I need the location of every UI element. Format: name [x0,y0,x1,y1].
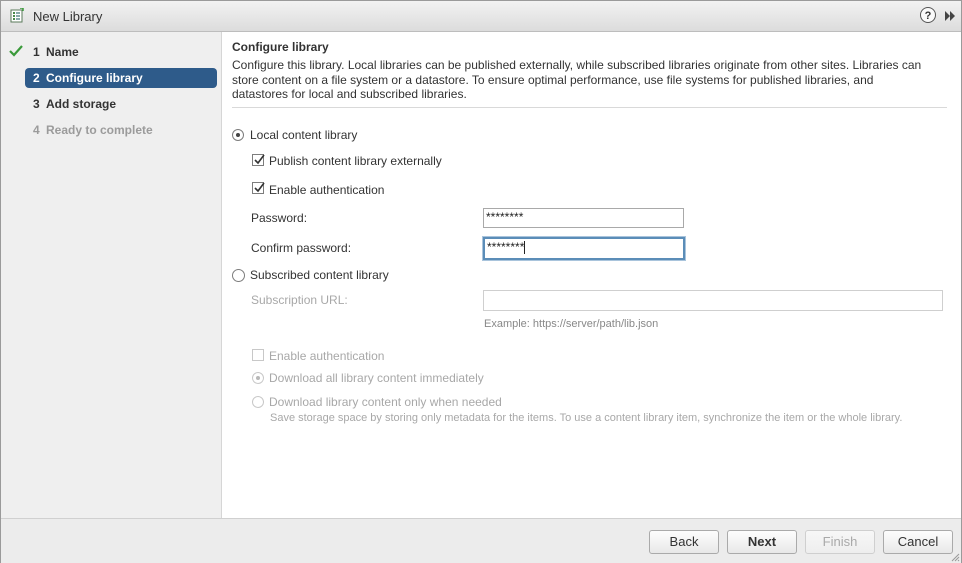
help-button[interactable]: ? [920,7,936,23]
subscribed-library-label: Subscribed content library [250,268,389,282]
configure-library-panel: Configure library Configure this library… [222,32,961,518]
dialog-title: New Library [33,9,103,24]
wizard-steps-sidebar: 1 Name 2 Configure library 3 Add storage… [1,32,222,518]
subscribed-library-radio[interactable] [232,269,245,282]
local-library-label: Local content library [250,128,358,142]
back-button[interactable]: Back [649,530,719,554]
step-ready-to-complete: 4 Ready to complete [25,120,217,140]
subscription-url-example: Example: https://server/path/lib.json [484,318,659,330]
step-configure-library[interactable]: 2 Configure library [25,68,217,88]
password-field[interactable]: ******** [483,208,684,228]
subscription-url-field[interactable] [483,290,943,311]
step-add-storage[interactable]: 3 Add storage [25,94,217,114]
expand-icon[interactable] [943,9,957,23]
password-label: Password: [251,211,308,225]
subscribed-auth-checkbox[interactable] [252,349,264,361]
checkmark-icon [254,154,265,165]
cancel-button[interactable]: Cancel [883,530,953,554]
enable-authentication-label: Enable authentication [269,183,385,197]
dialog-footer: Back Next Finish Cancel [1,518,961,563]
download-when-needed-radio[interactable] [252,396,264,408]
new-library-dialog: New Library ? 1 Name 2 Configure library… [0,0,962,563]
section-title: Configure library [232,40,329,54]
finish-button: Finish [805,530,875,554]
confirm-password-value: ******** [487,240,525,254]
publish-externally-label: Publish content library externally [269,154,442,168]
download-when-needed-hint: Save storage space by storing only metad… [270,412,903,424]
divider [232,107,947,108]
subscription-url-label: Subscription URL: [251,293,348,307]
download-all-radio[interactable] [252,372,264,384]
step-label: Ready to complete [46,123,153,137]
title-bar: New Library ? [1,1,961,32]
step-number: 3 [33,97,40,111]
subscribed-auth-label: Enable authentication [269,349,385,363]
step-number: 1 [33,45,40,59]
enable-authentication-checkbox[interactable] [252,182,265,194]
library-icon [10,8,24,23]
step-name[interactable]: 1 Name [25,42,217,62]
step-label: Configure library [46,71,143,85]
step-number: 4 [33,123,40,137]
download-when-needed-label: Download library content only when neede… [269,395,502,409]
publish-externally-checkbox[interactable] [252,154,265,166]
text-caret [524,241,526,255]
resize-grip-icon[interactable] [950,552,960,562]
step-number: 2 [33,71,40,85]
section-description: Configure this library. Local libraries … [232,58,922,101]
checkmark-icon [254,182,265,193]
step-label: Add storage [46,97,117,111]
step-label: Name [46,45,79,59]
next-button[interactable]: Next [727,530,797,554]
confirm-password-label: Confirm password: [251,241,352,255]
download-all-label: Download all library content immediately [269,371,484,385]
checkmark-icon [9,45,23,57]
password-value: ******** [486,210,524,224]
local-library-radio[interactable] [232,129,244,141]
confirm-password-field[interactable]: ******** [483,237,685,260]
